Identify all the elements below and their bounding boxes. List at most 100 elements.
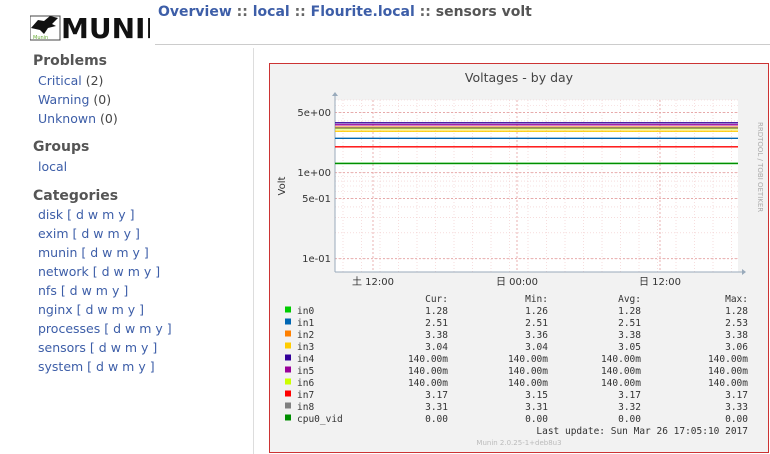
- legend-value-cur: 0.00: [425, 414, 448, 425]
- period-link-d[interactable]: d: [70, 283, 82, 298]
- category-link-network[interactable]: network: [38, 264, 89, 279]
- period-link-d[interactable]: d: [99, 340, 111, 355]
- legend-value-max: 140.00m: [708, 354, 748, 365]
- legend-value-max: 140.00m: [708, 378, 748, 389]
- period-link-m[interactable]: m: [112, 302, 128, 317]
- category-item-sensors[interactable]: sensors [ d w m y ]: [38, 340, 157, 355]
- problems-title: Problems: [33, 53, 108, 69]
- legend-name: in2: [297, 330, 314, 341]
- period-link-w[interactable]: w: [88, 207, 102, 222]
- category-link-sensors[interactable]: sensors: [38, 340, 86, 355]
- period-link-y[interactable]: y: [124, 226, 131, 241]
- period-link-w[interactable]: w: [111, 340, 125, 355]
- legend-swatch-in6: [285, 378, 291, 385]
- period-link-d[interactable]: d: [85, 302, 97, 317]
- category-item-munin[interactable]: munin [ d w m y ]: [38, 245, 149, 260]
- period-link-y[interactable]: y: [155, 321, 162, 336]
- period-link-d[interactable]: d: [96, 359, 108, 374]
- problem-warning[interactable]: Warning (0): [38, 92, 111, 107]
- bracket: ]: [151, 264, 161, 279]
- period-link-w[interactable]: w: [108, 359, 122, 374]
- category-item-nfs[interactable]: nfs [ d w m y ]: [38, 283, 128, 298]
- category-item-network[interactable]: network [ d w m y ]: [38, 264, 160, 279]
- munin-logo[interactable]: Munin MUNIN: [29, 6, 169, 45]
- category-link-nfs[interactable]: nfs: [38, 283, 57, 298]
- bracket: [: [63, 207, 76, 222]
- voltages-chart: 5e+00 1e+00 5e-01 1e-01 土 12:00 日 00:00 日 12:0…: [277, 70, 764, 447]
- period-link-w[interactable]: w: [97, 302, 111, 317]
- period-link-w[interactable]: w: [82, 283, 96, 298]
- category-link-munin[interactable]: munin: [38, 245, 77, 260]
- period-link-y[interactable]: y: [133, 245, 140, 260]
- legend-swatch-in7: [285, 390, 291, 397]
- category-item-system[interactable]: system [ d w m y ]: [38, 359, 155, 374]
- legend-value-max: 0.00: [725, 414, 748, 425]
- problem-unknown-count: (0): [100, 111, 118, 126]
- period-link-m[interactable]: m: [116, 245, 132, 260]
- graph-frame[interactable]: 5e+00 1e+00 5e-01 1e-01 土 12:00 日 00:00 日 12:0…: [269, 63, 769, 453]
- legend-value-min: 140.00m: [508, 378, 548, 389]
- legend-value-cur: 3.04: [425, 342, 448, 353]
- breadcrumb-overview[interactable]: Overview: [158, 4, 232, 20]
- category-item-disk[interactable]: disk [ d w m y ]: [38, 207, 135, 222]
- period-link-d[interactable]: d: [76, 207, 88, 222]
- bracket: ]: [135, 302, 145, 317]
- category-item-exim[interactable]: exim [ d w m y ]: [38, 226, 140, 241]
- category-link-exim[interactable]: exim: [38, 226, 69, 241]
- category-link-disk[interactable]: disk: [38, 207, 63, 222]
- breadcrumb-separator: ::: [236, 4, 248, 20]
- period-link-w[interactable]: w: [125, 321, 139, 336]
- bracket: [: [83, 359, 97, 374]
- bracket: [: [77, 245, 91, 260]
- group-item-local[interactable]: local: [38, 159, 67, 174]
- legend-value-min: 3.36: [525, 330, 548, 341]
- period-link-y[interactable]: y: [138, 359, 145, 374]
- category-link-nginx[interactable]: nginx: [38, 302, 73, 317]
- breadcrumb-host[interactable]: Flourite.local: [311, 4, 415, 20]
- legend-value-min: 3.04: [525, 342, 548, 353]
- legend-value-min: 3.15: [525, 390, 548, 401]
- problem-warning-label[interactable]: Warning: [38, 92, 89, 107]
- period-link-m[interactable]: m: [139, 321, 155, 336]
- legend-header: Max:: [725, 294, 748, 305]
- legend-value-avg: 3.38: [618, 330, 641, 341]
- period-link-d[interactable]: d: [81, 226, 93, 241]
- legend-value-avg: 1.28: [618, 306, 641, 317]
- category-link-system[interactable]: system: [38, 359, 83, 374]
- logo-text: MUNIN: [61, 12, 150, 42]
- period-link-d[interactable]: d: [102, 264, 114, 279]
- problem-critical-count: (2): [85, 73, 104, 88]
- period-link-m[interactable]: m: [128, 264, 144, 279]
- bracket: ]: [162, 321, 172, 336]
- period-link-m[interactable]: m: [102, 207, 118, 222]
- breadcrumb-local[interactable]: local: [253, 4, 290, 20]
- period-link-m[interactable]: m: [96, 283, 112, 298]
- problem-unknown-label[interactable]: Unknown: [38, 111, 96, 126]
- y-axis-label: Volt: [277, 176, 288, 195]
- period-link-w[interactable]: w: [93, 226, 107, 241]
- category-item-nginx[interactable]: nginx [ d w m y ]: [38, 302, 144, 317]
- period-link-m[interactable]: m: [125, 340, 141, 355]
- legend-header: Min:: [525, 294, 548, 305]
- last-update: Last update: Sun Mar 26 17:05:10 2017: [536, 426, 748, 437]
- y-tick-label: 5e+00: [297, 108, 331, 119]
- period-link-w[interactable]: w: [102, 245, 116, 260]
- legend-value-max: 2.53: [725, 318, 748, 329]
- period-link-d[interactable]: d: [90, 245, 102, 260]
- problem-unknown[interactable]: Unknown (0): [38, 111, 118, 126]
- category-item-processes[interactable]: processes [ d w m y ]: [38, 321, 172, 336]
- period-link-y[interactable]: y: [118, 207, 125, 222]
- category-link-processes[interactable]: processes: [38, 321, 100, 336]
- legend-value-max: 3.38: [725, 330, 748, 341]
- period-link-m[interactable]: m: [122, 359, 138, 374]
- period-link-m[interactable]: m: [107, 226, 123, 241]
- legend-value-cur: 140.00m: [408, 354, 448, 365]
- group-local-link[interactable]: local: [38, 159, 67, 174]
- period-link-w[interactable]: w: [114, 264, 128, 279]
- legend-name: in6: [297, 378, 314, 389]
- legend-value-min: 0.00: [525, 414, 548, 425]
- period-link-d[interactable]: d: [113, 321, 125, 336]
- problem-critical[interactable]: Critical (2): [38, 73, 103, 88]
- legend-header: Avg:: [618, 294, 641, 305]
- problem-critical-label[interactable]: Critical: [38, 73, 82, 88]
